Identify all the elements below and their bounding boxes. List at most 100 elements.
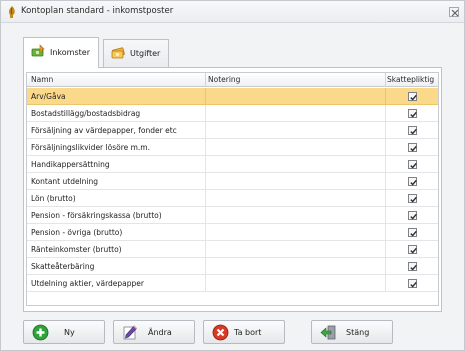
cell-divider <box>205 224 206 241</box>
tab-utgifter-label: Utgifter <box>130 49 161 58</box>
cell-divider <box>205 105 206 122</box>
row-name-cell: Pension - övriga (brutto) <box>31 228 123 237</box>
taxable-checkbox[interactable] <box>408 228 417 237</box>
delete-x-icon <box>212 324 229 341</box>
checkmark-icon <box>410 145 417 152</box>
checkmark-icon <box>410 162 417 169</box>
taxable-checkbox[interactable] <box>408 126 417 135</box>
table-row[interactable]: Arv/Gåva <box>27 88 438 105</box>
table-row[interactable]: Kontant utdelning <box>27 173 438 190</box>
cell-divider <box>205 207 206 224</box>
exit-door-icon <box>320 325 336 340</box>
checkmark-icon <box>410 111 417 118</box>
row-name-cell: Handikappersättning <box>31 160 110 169</box>
row-name-cell: Försäljning av värdepapper, fonder etc <box>31 126 177 135</box>
cell-divider <box>385 156 386 173</box>
cell-divider <box>205 122 206 139</box>
cell-divider <box>205 258 206 275</box>
expense-money-icon <box>111 47 125 59</box>
checkmark-icon <box>410 213 417 220</box>
row-name-cell: Pension - försäkringskassa (brutto) <box>31 211 162 220</box>
taxable-checkbox[interactable] <box>408 143 417 152</box>
column-divider[interactable] <box>205 73 206 87</box>
title-bar: Kontoplan standard - inkomstposter <box>1 1 464 23</box>
new-button[interactable]: Ny <box>23 320 105 344</box>
checkmark-icon <box>410 128 417 135</box>
grid-header: Namn Notering Skattepliktig <box>27 73 438 87</box>
close-button[interactable]: Stäng <box>311 320 393 344</box>
delete-button-label: Ta bort <box>234 328 262 337</box>
checkmark-icon <box>410 230 417 237</box>
taxable-checkbox[interactable] <box>408 92 417 101</box>
row-name-cell: Arv/Gåva <box>31 92 66 101</box>
cell-divider <box>385 275 386 292</box>
column-header-taxable[interactable]: Skattepliktig <box>387 75 434 84</box>
column-header-name[interactable]: Namn <box>31 75 53 84</box>
taxable-checkbox[interactable] <box>408 160 417 169</box>
row-name-cell: Utdelning aktier, värdepapper <box>31 279 144 288</box>
cell-divider <box>385 190 386 207</box>
taxable-checkbox[interactable] <box>408 194 417 203</box>
edit-pencil-icon <box>123 325 137 340</box>
cell-divider <box>385 122 386 139</box>
income-money-icon <box>31 44 45 57</box>
close-window-button[interactable] <box>449 7 459 17</box>
table-row[interactable]: Pension - övriga (brutto) <box>27 224 438 241</box>
cell-divider <box>205 241 206 258</box>
tab-panel-inkomster: Namn Notering Skattepliktig Arv/Gåva Bost… <box>23 67 442 312</box>
cell-divider <box>205 190 206 207</box>
app-logo-icon <box>8 6 15 18</box>
cell-divider <box>385 88 386 105</box>
row-name-cell: Bostadstillägg/bostadsbidrag <box>31 109 141 118</box>
cell-divider <box>385 241 386 258</box>
edit-button[interactable]: Ändra <box>113 320 195 344</box>
row-name-cell: Kontant utdelning <box>31 177 99 186</box>
table-row[interactable]: Ränteinkomster (brutto) <box>27 241 438 258</box>
cell-divider <box>205 275 206 292</box>
taxable-checkbox[interactable] <box>408 245 417 254</box>
taxable-checkbox[interactable] <box>408 109 417 118</box>
cell-divider <box>385 139 386 156</box>
cell-divider <box>205 156 206 173</box>
cell-divider <box>205 88 206 105</box>
row-name-cell: Försäljningslikvider lösöre m.m. <box>31 143 150 152</box>
income-accounts-grid: Namn Notering Skattepliktig Arv/Gåva Bost… <box>26 72 439 306</box>
table-row[interactable]: Försäljningslikvider lösöre m.m. <box>27 139 438 156</box>
taxable-checkbox[interactable] <box>408 211 417 220</box>
tab-inkomster-label: Inkomster <box>50 48 90 57</box>
taxable-checkbox[interactable] <box>408 279 417 288</box>
cell-divider <box>205 139 206 156</box>
tab-inkomster[interactable]: Inkomster <box>23 37 99 68</box>
cell-divider <box>385 105 386 122</box>
column-header-note[interactable]: Notering <box>208 75 240 84</box>
cell-divider <box>385 207 386 224</box>
table-row[interactable]: Utdelning aktier, värdepapper <box>27 275 438 292</box>
dialog-window: Kontoplan standard - inkomstposter Inkom… <box>0 0 465 351</box>
table-row[interactable]: Handikappersättning <box>27 156 438 173</box>
tab-utgifter[interactable]: Utgifter <box>103 39 169 67</box>
table-row[interactable]: Lön (brutto) <box>27 190 438 207</box>
table-row[interactable]: Bostadstillägg/bostadsbidrag <box>27 105 438 122</box>
close-button-label: Stäng <box>346 328 370 337</box>
row-name-cell: Lön (brutto) <box>31 194 76 203</box>
edit-button-label: Ändra <box>148 328 172 337</box>
table-row[interactable]: Försäljning av värdepapper, fonder etc <box>27 122 438 139</box>
checkmark-icon <box>410 281 417 288</box>
row-name-cell: Ränteinkomster (brutto) <box>31 245 122 254</box>
checkmark-icon <box>410 94 417 101</box>
table-row[interactable]: Pension - försäkringskassa (brutto) <box>27 207 438 224</box>
close-icon <box>451 9 459 17</box>
cell-divider <box>385 173 386 190</box>
taxable-checkbox[interactable] <box>408 262 417 271</box>
checkmark-icon <box>410 196 417 203</box>
column-divider[interactable] <box>385 73 386 87</box>
add-icon <box>32 324 49 341</box>
cell-divider <box>205 173 206 190</box>
cell-divider <box>385 224 386 241</box>
checkmark-icon <box>410 247 417 254</box>
taxable-checkbox[interactable] <box>408 177 417 186</box>
delete-button[interactable]: Ta bort <box>203 320 285 344</box>
table-row[interactable]: Skatteåterbäring <box>27 258 438 275</box>
row-name-cell: Skatteåterbäring <box>31 262 95 271</box>
new-button-label: Ny <box>64 328 75 337</box>
